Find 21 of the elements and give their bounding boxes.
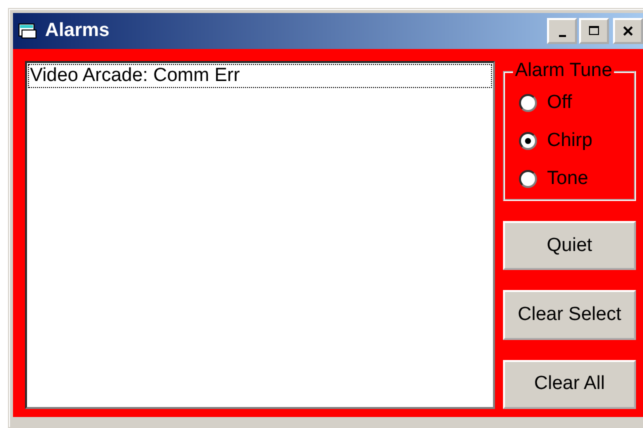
- radio-option[interactable]: Chirp: [519, 125, 634, 157]
- radio-button[interactable]: [519, 132, 537, 150]
- radio-label: Chirp: [547, 130, 592, 152]
- maximize-button[interactable]: [579, 18, 609, 44]
- radio-label: Tone: [547, 168, 588, 190]
- action-button[interactable]: Clear Select: [503, 290, 636, 340]
- window-icon: [17, 22, 39, 40]
- window-title: Alarms: [45, 20, 110, 42]
- close-button[interactable]: [613, 18, 643, 44]
- list-item[interactable]: Video Arcade: Comm Err: [28, 64, 492, 88]
- radio-option[interactable]: Tone: [519, 163, 634, 195]
- minimize-icon: [558, 35, 566, 37]
- maximize-icon: [588, 25, 600, 37]
- close-icon: [622, 25, 634, 37]
- radio-button[interactable]: [519, 170, 537, 188]
- action-button[interactable]: Clear All: [503, 360, 636, 409]
- action-button[interactable]: Quiet: [503, 221, 636, 270]
- radio-option[interactable]: Off: [519, 87, 634, 119]
- alarm-list[interactable]: Video Arcade: Comm Err: [25, 61, 495, 409]
- radio-label: Off: [547, 92, 572, 114]
- radio-button[interactable]: [519, 94, 537, 112]
